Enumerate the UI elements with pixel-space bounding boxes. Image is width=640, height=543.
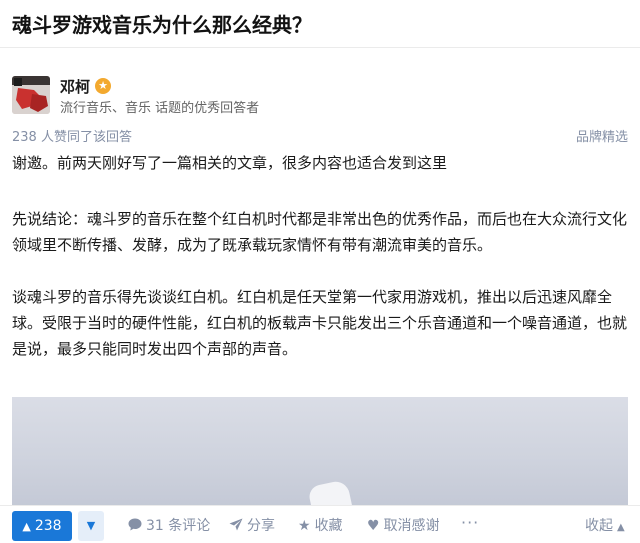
answer-meta: 238 人赞同了该回答 品牌精选 — [12, 126, 628, 145]
triangle-up-icon: ▲ — [22, 520, 31, 533]
star-icon: ★ — [298, 518, 311, 534]
heart-icon: ♥ — [367, 518, 380, 534]
author-description: 流行音乐、音乐 话题的优秀回答者 — [60, 101, 260, 116]
answer-content: 谢邀。前两天刚好写了一篇相关的文章，很多内容也适合发到这里 先说结论：魂斗罗的音… — [12, 150, 628, 388]
upvote-button[interactable]: ▲ 238 — [12, 511, 72, 541]
comments-label: 31 条评论 — [146, 518, 211, 534]
share-button[interactable]: 分享 — [229, 515, 275, 535]
comment-icon — [128, 518, 142, 534]
star-badge-icon[interactable]: ★ — [95, 78, 111, 94]
comments-button[interactable]: 31 条评论 — [128, 515, 210, 535]
favorite-button[interactable]: ★ 收藏 — [298, 515, 343, 535]
brand-featured-tag[interactable]: 品牌精选 — [576, 126, 628, 145]
chevron-up-icon: ▲ — [617, 522, 625, 533]
answer-paragraph: 谈魂斗罗的音乐得先谈谈红白机。红白机是任天堂第一代家用游戏机，推出以后迅速风靡全… — [12, 288, 628, 358]
answer-image[interactable] — [12, 397, 628, 517]
question-header: 魂斗罗游戏音乐为什么那么经典？ — [0, 0, 640, 48]
upvote-count: 238 — [34, 518, 62, 534]
more-button[interactable]: ··· — [461, 513, 479, 532]
answer-paragraph: 先说结论：魂斗罗的音乐在整个红白机时代都是非常出色的优秀作品，而后也在大众流行文… — [12, 210, 628, 254]
answer-action-bar: ▲ 238 ▼ 31 条评论 分享 ★ 收藏 ♥ 取消感谢 ··· 收起 ▲ — [0, 505, 640, 543]
share-label: 分享 — [247, 518, 275, 534]
author-name[interactable]: 邓柯 — [60, 76, 90, 97]
more-icon: ··· — [461, 513, 480, 532]
avatar[interactable] — [12, 76, 50, 114]
vote-count-text[interactable]: 238 人赞同了该回答 — [12, 126, 132, 145]
share-icon — [229, 518, 243, 534]
favorite-label: 收藏 — [314, 518, 343, 534]
avatar-image — [12, 76, 50, 114]
question-title[interactable]: 魂斗罗游戏音乐为什么那么经典？ — [12, 9, 312, 38]
thanks-label: 取消感谢 — [383, 518, 440, 534]
collapse-button[interactable]: 收起 ▲ — [585, 515, 625, 535]
answer-paragraph: 谢邀。前两天刚好写了一篇相关的文章，很多内容也适合发到这里 — [12, 154, 448, 172]
triangle-down-icon: ▼ — [86, 519, 96, 532]
downvote-button[interactable]: ▼ — [78, 511, 104, 541]
collapse-label: 收起 — [585, 518, 613, 534]
thanks-button[interactable]: ♥ 取消感谢 — [367, 515, 440, 535]
